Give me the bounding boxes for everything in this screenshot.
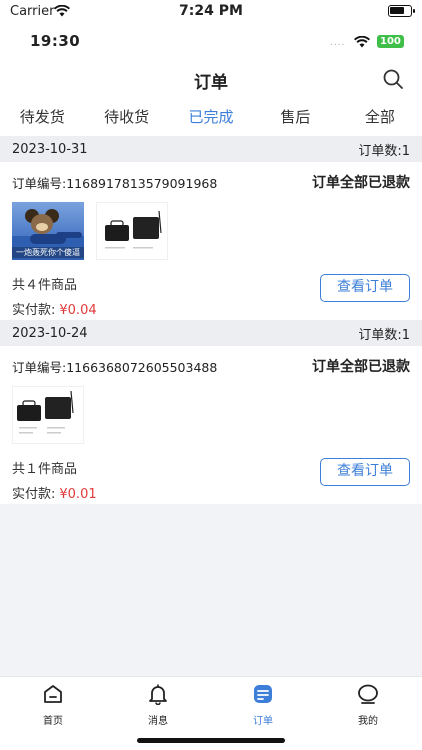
home-icon [44, 685, 62, 703]
page-title: 订单 [194, 73, 228, 93]
order-status: 订单全部已退款 [312, 359, 410, 375]
product-image-meme[interactable]: 一炮轰死你个傻逼 [12, 202, 84, 260]
paid-amount-row: 实付款: ¥0.01 [12, 483, 410, 512]
order-number: 订单编号:1166368072605503488 [12, 359, 218, 375]
order-status-tabs: 待发货 待收货 已完成 售后 全部 [0, 104, 422, 134]
tabbar-item-profile[interactable]: 我的 [338, 683, 398, 727]
product-image-bag[interactable] [12, 386, 84, 444]
order-number: 订单编号:1168917813579091968 [12, 175, 218, 191]
home-indicator [137, 738, 285, 743]
tab-all[interactable]: 全部 [338, 104, 422, 134]
view-order-button[interactable]: 查看订单 [320, 458, 410, 486]
tab-pending-shipment[interactable]: 待发货 [0, 104, 84, 134]
order-icon [254, 685, 272, 703]
product-image-bag[interactable] [96, 202, 168, 260]
inner-clock: 19:30 [30, 32, 81, 50]
signal-dots-icon: .... [330, 38, 346, 48]
battery-icon [388, 5, 415, 17]
tabbar-label: 消息 [148, 716, 168, 727]
tab-completed[interactable]: 已完成 [169, 104, 253, 134]
paid-amount-row: 实付款: ¥0.04 [12, 299, 410, 328]
paid-amount: ¥0.01 [59, 487, 97, 502]
os-status-bar: Carrier 7:24 PM [0, 0, 422, 24]
tab-pending-receipt[interactable]: 待收货 [84, 104, 168, 134]
tab-after-sales[interactable]: 售后 [253, 104, 337, 134]
tabbar-item-orders[interactable]: 订单 [233, 683, 293, 727]
order-card[interactable]: 订单编号:1168917813579091968 订单全部已退款 一炮轰死你个傻… [0, 162, 422, 320]
order-status: 订单全部已退款 [312, 175, 410, 191]
inner-status-bar: 19:30 .... 100 [0, 28, 422, 56]
view-order-button[interactable]: 查看订单 [320, 274, 410, 302]
tabbar-item-messages[interactable]: 消息 [128, 683, 188, 727]
wifi-icon [354, 36, 370, 48]
tabbar-label: 我的 [358, 716, 378, 727]
profile-icon [358, 684, 378, 704]
os-clock: 7:24 PM [179, 3, 243, 19]
meme-caption: 一炮轰死你个傻逼 [12, 247, 84, 258]
product-thumbnails: 一炮轰死你个傻逼 [12, 202, 410, 262]
battery-level-badge: 100 [377, 35, 404, 48]
product-thumbnails [12, 386, 410, 446]
paid-amount: ¥0.04 [59, 303, 97, 318]
tabbar-label: 订单 [253, 716, 273, 727]
tabbar-item-home[interactable]: 首页 [23, 683, 83, 727]
bell-icon [149, 684, 167, 706]
search-icon[interactable] [382, 68, 404, 90]
order-date: 2023-10-31 [12, 141, 88, 157]
paid-label: 实付款: [12, 487, 56, 502]
nav-bar: 订单 [0, 62, 422, 98]
paid-label: 实付款: [12, 303, 56, 318]
bag-image-icon [105, 210, 162, 249]
tabbar-label: 首页 [43, 716, 63, 727]
order-group-header: 2023-10-31 订单数:1 [0, 136, 422, 162]
order-list: 2023-10-31 订单数:1 订单编号:116891781357909196… [0, 136, 422, 676]
bag-image-icon [17, 390, 74, 434]
order-card[interactable]: 订单编号:1166368072605503488 订单全部已退款 共１件商品 实… [0, 346, 422, 504]
order-count: 订单数:1 [358, 143, 410, 159]
